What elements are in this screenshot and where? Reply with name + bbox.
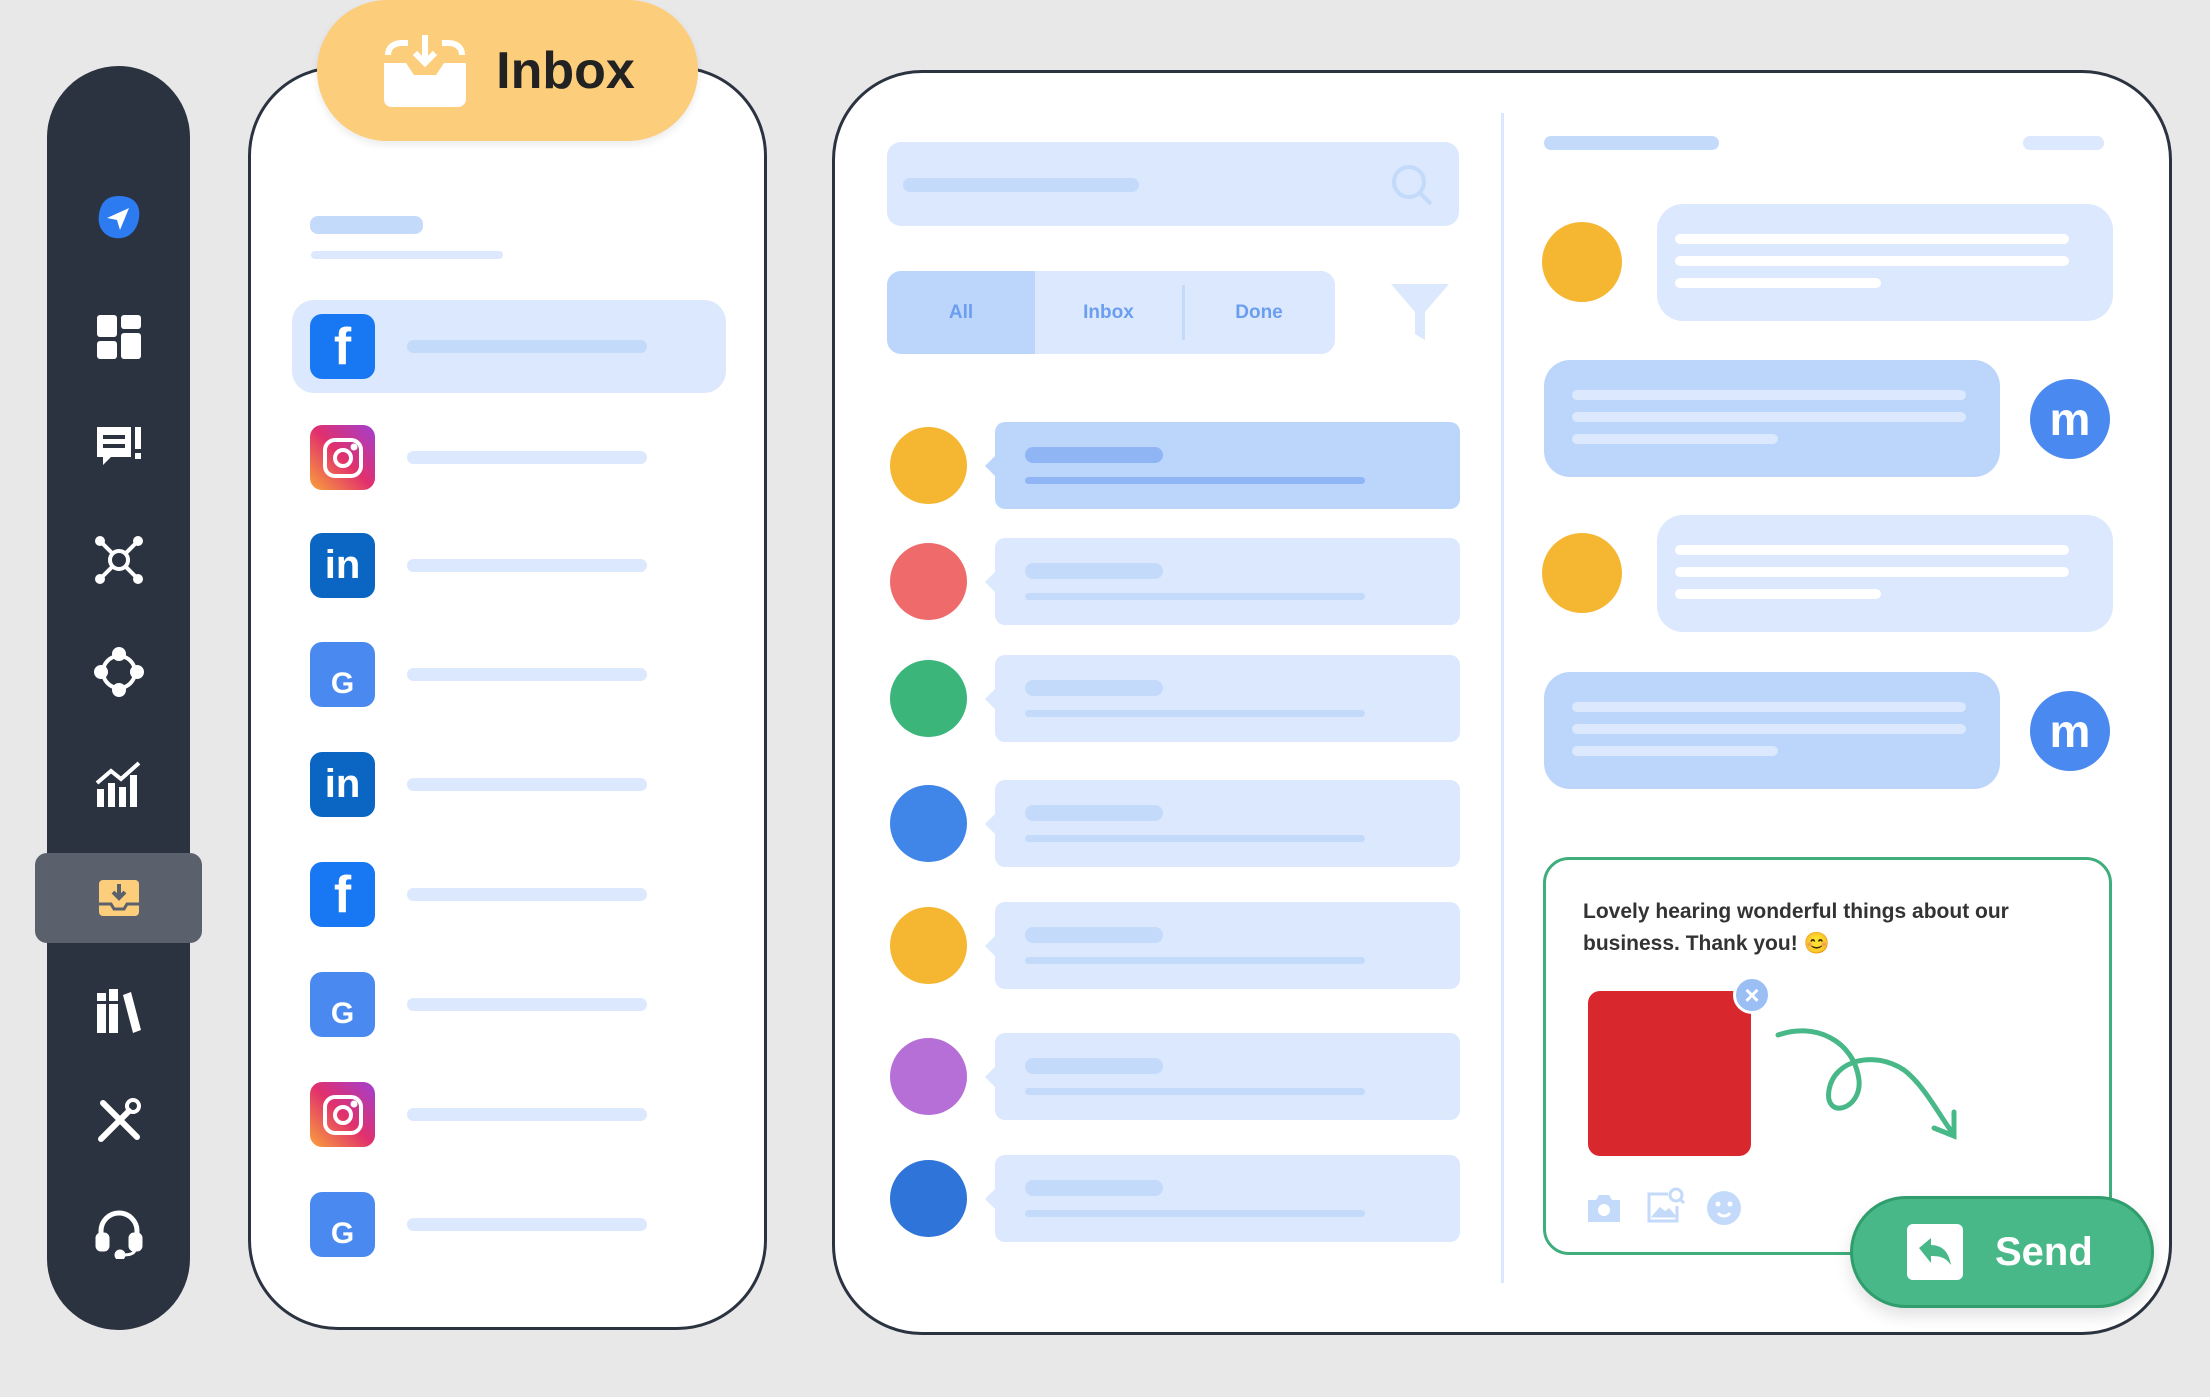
instagram-icon [310,425,375,490]
placeholder-heading [310,216,423,234]
instagram-icon [310,1082,375,1147]
attached-image [1588,991,1751,1156]
reply-arrow-icon [1907,1224,1963,1280]
filter-tabs: All Inbox Done [887,271,1335,354]
chat-header-action [2023,136,2104,150]
nav-network[interactable] [47,515,190,605]
reply-text[interactable]: Lovely hearing wonderful things about ou… [1583,896,2083,960]
facebook-icon: f [310,862,375,927]
business-avatar: m [2030,691,2110,771]
inbox-icon [98,880,139,916]
avatar [890,543,967,620]
google-business-icon: G [310,1192,375,1257]
contact-avatar [1542,222,1622,302]
tools-icon [97,1098,141,1142]
analytics-chart-icon [95,761,140,807]
nav-library[interactable] [47,966,190,1056]
channel-item-linkedin[interactable]: in [292,519,726,612]
facebook-icon: f [310,314,375,379]
nav-tools[interactable] [47,1076,190,1166]
google-business-icon: G [310,972,375,1037]
image-search-icon[interactable] [1646,1186,1686,1224]
channel-item-google-business[interactable]: G [292,1178,726,1271]
network-nodes-icon [94,536,143,584]
conversation-item[interactable] [890,538,1460,625]
channel-item-google-business[interactable]: G [292,958,726,1051]
tab-all[interactable]: All [887,271,1035,354]
channel-item-instagram[interactable] [292,411,726,504]
camera-icon[interactable] [1586,1192,1622,1224]
inbox-badge: Inbox [317,0,698,141]
outgoing-message [1544,672,2000,789]
filter-funnel-icon[interactable] [1389,282,1451,344]
google-business-icon: G [310,642,375,707]
nav-cycle[interactable] [47,627,190,717]
cycle-icon [93,647,144,697]
conversation-item[interactable] [890,780,1460,867]
contact-avatar [1542,533,1622,613]
channel-item-linkedin[interactable]: in [292,738,726,831]
incoming-message [1657,515,2113,632]
tab-inbox[interactable]: Inbox [1035,285,1185,340]
chat-header-placeholder [1544,136,1719,150]
avatar [890,1160,967,1237]
nav-support[interactable] [47,1188,190,1278]
inbox-tray-icon [384,34,467,107]
conversation-item[interactable] [890,655,1460,742]
nav-messages[interactable] [47,402,190,492]
channel-item-google-business[interactable]: G [292,628,726,721]
conversation-item[interactable] [890,902,1460,989]
channel-item-instagram[interactable] [292,1068,726,1161]
outgoing-message [1544,360,2000,477]
avatar [890,427,967,504]
chat-alert-icon [96,427,141,465]
send-label: Send [1995,1229,2093,1274]
panel-divider [1501,113,1504,1283]
headset-support-icon [95,1210,142,1259]
avatar [890,785,967,862]
curly-arrow-icon [1775,1028,1957,1140]
emoji-icon[interactable] [1706,1190,1742,1226]
avatar [890,907,967,984]
nav-inbox[interactable] [35,853,202,943]
remove-attachment-icon[interactable]: × [1733,976,1771,1014]
paper-plane-logo-icon [98,196,139,239]
business-avatar: m [2030,379,2110,459]
avatar [890,660,967,737]
nav-analytics[interactable] [47,740,190,830]
tab-done[interactable]: Done [1185,271,1333,354]
linkedin-icon: in [310,533,375,598]
dashboard-grid-icon [96,315,141,359]
linkedin-icon: in [310,752,375,817]
search-icon [1392,165,1433,206]
sidebar-nav [35,66,202,1330]
send-button[interactable]: Send [1850,1196,2154,1308]
placeholder-subheading [311,251,503,259]
avatar [890,1038,967,1115]
incoming-message [1657,204,2113,321]
channel-item-facebook[interactable]: f [292,848,726,941]
nav-dashboard[interactable] [47,292,190,382]
conversation-item[interactable] [890,1033,1460,1120]
conversation-item[interactable] [890,422,1460,509]
nav-logo[interactable] [47,173,190,263]
channel-item-facebook[interactable]: f [292,300,726,393]
library-books-icon [96,989,141,1033]
conversation-item[interactable] [890,1155,1460,1242]
search-input[interactable] [887,142,1459,226]
inbox-title: Inbox [496,41,635,100]
